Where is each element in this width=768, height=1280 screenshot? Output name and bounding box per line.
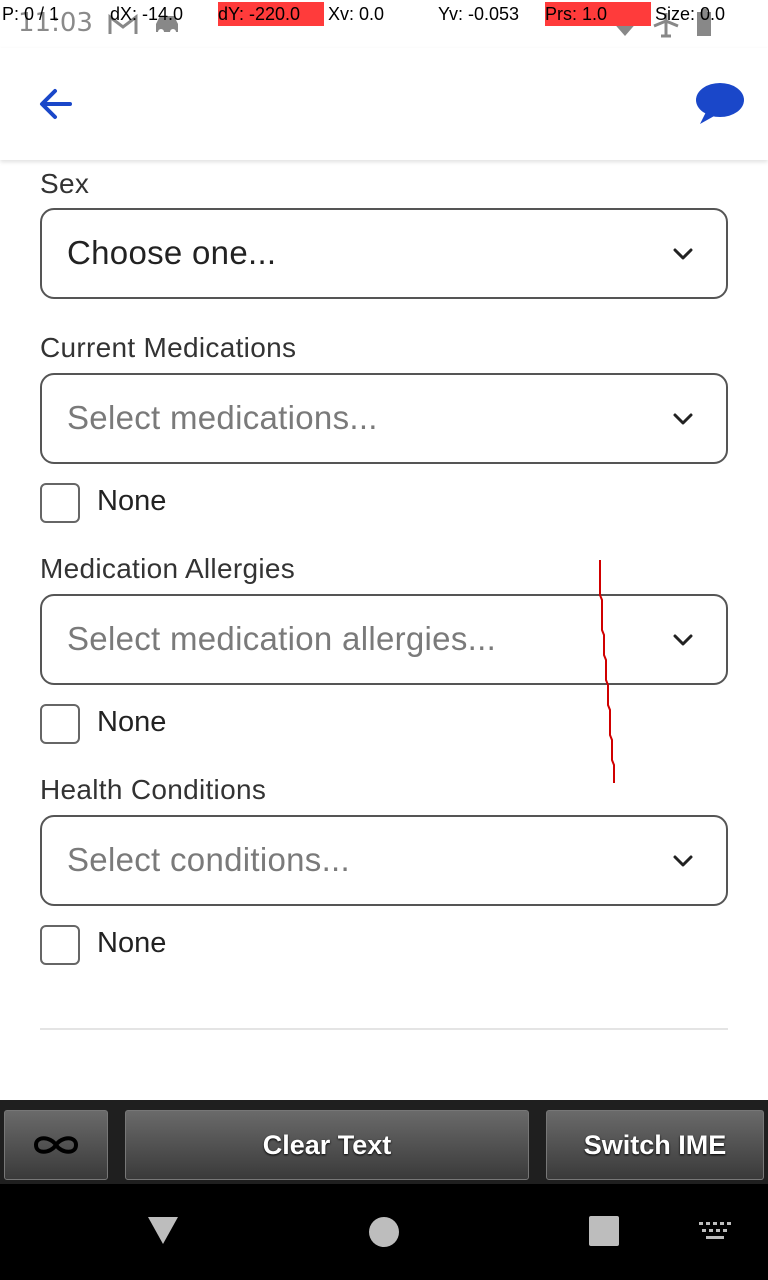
overlay-size: Size: 0.0 — [655, 4, 726, 24]
allergies-none-label: None — [97, 706, 167, 738]
ime-helper-bar: Clear Text Switch IME — [0, 1100, 768, 1184]
medications-placeholder: Select medications... — [67, 399, 378, 436]
allergies-label: Medication Allergies — [40, 553, 296, 584]
overlay-xv: Xv: 0.0 — [328, 4, 385, 24]
switch-ime-button[interactable]: Switch IME — [546, 1110, 764, 1180]
overlay-dx: dX: -14.0 — [110, 4, 184, 24]
section-divider — [40, 1028, 728, 1030]
conditions-placeholder: Select conditions... — [67, 841, 350, 878]
arrow-left-icon[interactable] — [34, 82, 78, 126]
medications-select[interactable]: Select medications... — [40, 373, 728, 464]
allergies-placeholder: Select medication allergies... — [67, 620, 497, 657]
conditions-none-checkbox[interactable] — [40, 925, 80, 965]
conditions-none-label: None — [97, 927, 167, 959]
chevron-down-icon — [673, 248, 693, 260]
keyboard-icon[interactable] — [698, 1220, 732, 1242]
overlay-yv: Yv: -0.053 — [438, 4, 520, 24]
chevron-down-icon — [673, 634, 693, 646]
allergies-none-checkbox[interactable] — [40, 704, 80, 744]
conditions-label: Health Conditions — [40, 774, 267, 805]
system-nav-bar — [0, 1184, 768, 1280]
overlay-pressure: Prs: 1.0 — [545, 2, 651, 26]
sex-label: Sex — [40, 168, 90, 199]
conditions-select[interactable]: Select conditions... — [40, 815, 728, 906]
home-circle-icon[interactable] — [368, 1216, 400, 1248]
chat-bubble-icon[interactable] — [692, 78, 746, 128]
app-header — [0, 48, 768, 160]
pointer-location-overlay: P: 0 / 1 dX: -14.0 dY: -220.0 Xv: 0.0 Yv… — [0, 0, 768, 28]
overlay-pointer-count: P: 0 / 1 — [2, 4, 60, 24]
sex-select[interactable]: Choose one... — [40, 208, 728, 299]
medications-label: Current Medications — [40, 332, 297, 363]
infinity-icon — [33, 1136, 79, 1154]
chevron-down-icon — [673, 855, 693, 867]
sex-select-value: Choose one... — [67, 234, 277, 271]
recents-square-icon[interactable] — [589, 1216, 619, 1246]
back-triangle-icon[interactable] — [146, 1214, 180, 1246]
medications-none-label: None — [97, 485, 167, 517]
health-form: Sex Choose one... Current Medications Se… — [0, 160, 768, 1100]
medications-none-checkbox[interactable] — [40, 483, 80, 523]
chevron-down-icon — [673, 413, 693, 425]
overlay-dy: dY: -220.0 — [218, 2, 324, 26]
infinity-button[interactable] — [4, 1110, 108, 1180]
allergies-select[interactable]: Select medication allergies... — [40, 594, 728, 685]
clear-text-button[interactable]: Clear Text — [125, 1110, 529, 1180]
